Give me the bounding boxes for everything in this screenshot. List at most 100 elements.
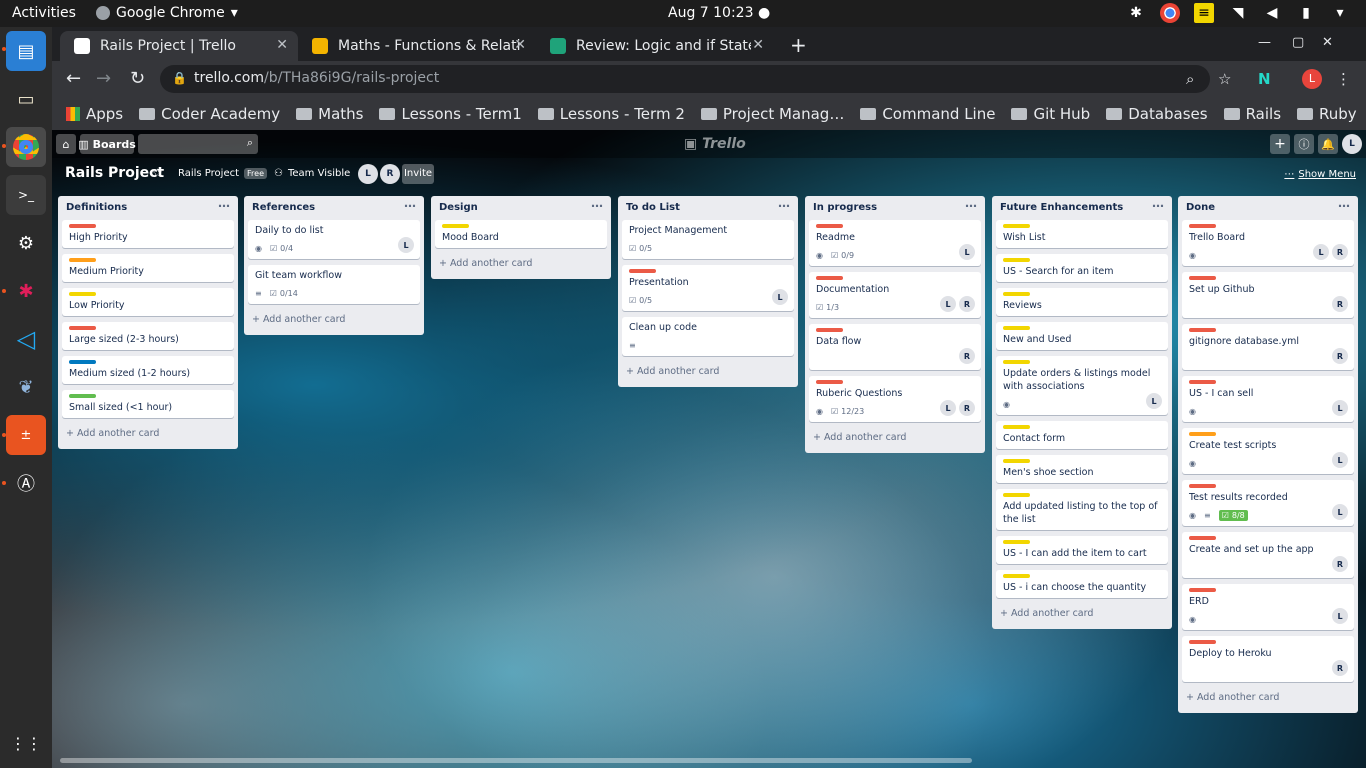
add-card-button[interactable]: + Add another card xyxy=(62,424,234,443)
member-avatar[interactable]: R xyxy=(1332,660,1348,676)
board-search-input[interactable]: ⌕ xyxy=(138,134,258,154)
list-title[interactable]: Definitions ⋯ xyxy=(62,196,234,220)
card-label[interactable] xyxy=(1003,360,1030,364)
card[interactable]: Medium Priority xyxy=(62,254,234,282)
card-label[interactable] xyxy=(69,360,96,364)
member-avatar[interactable]: R xyxy=(959,400,975,416)
app-menu[interactable]: Google Chrome ▾ xyxy=(96,5,238,21)
volume-icon[interactable]: ◀ xyxy=(1262,3,1282,23)
list-menu-icon[interactable]: ⋯ xyxy=(591,199,603,213)
card[interactable]: Test results recorded ◉ ≡ ☑ 8/8 L xyxy=(1182,480,1354,526)
bookmark-ruby[interactable]: Ruby xyxy=(1297,105,1357,123)
show-applications-icon[interactable]: ⋮⋮ xyxy=(6,723,46,763)
card[interactable]: Create and set up the app R xyxy=(1182,532,1354,578)
card-label[interactable] xyxy=(1003,292,1030,296)
card[interactable]: US - I can add the item to cart xyxy=(996,536,1168,564)
member-avatar[interactable]: L xyxy=(940,400,956,416)
trello-logo[interactable]: ▣ Trello xyxy=(684,136,746,152)
lock-icon[interactable]: 🔒 xyxy=(172,71,187,85)
card[interactable]: Add updated listing to the top of the li… xyxy=(996,489,1168,530)
member-avatar[interactable]: R xyxy=(959,348,975,364)
card-label[interactable] xyxy=(1003,425,1030,429)
bookmark-project-management[interactable]: Project Manag… xyxy=(700,105,844,123)
card[interactable]: Set up Github R xyxy=(1182,272,1354,318)
address-bar[interactable]: 🔒 trello.com/b/THa86i9G/rails-project xyxy=(160,65,1210,93)
tab-review[interactable]: Review: Logic and if State ✕ xyxy=(536,31,774,61)
card[interactable]: Men's shoe section xyxy=(996,455,1168,483)
tab-rails-project[interactable]: Rails Project | Trello ✕ xyxy=(60,31,298,61)
card[interactable]: US - i can choose the quantity xyxy=(996,570,1168,598)
member-avatar[interactable]: L xyxy=(1332,504,1348,520)
list-menu-icon[interactable]: ⋯ xyxy=(404,199,416,213)
card[interactable]: Clean up code ≡ xyxy=(622,317,794,356)
bookmark-databases[interactable]: Databases xyxy=(1106,105,1208,123)
card-label[interactable] xyxy=(1003,459,1030,463)
member-avatar[interactable]: L xyxy=(1332,452,1348,468)
horizontal-scrollbar[interactable] xyxy=(60,758,972,763)
list-definitions[interactable]: Definitions ⋯ High Priority Medium Priority… xyxy=(58,196,238,449)
chrome-tray-icon[interactable] xyxy=(1160,3,1180,23)
user-avatar[interactable]: L xyxy=(1342,134,1362,154)
card[interactable]: Deploy to Heroku R xyxy=(1182,636,1354,682)
power-menu-icon[interactable]: ▾ xyxy=(1330,3,1350,23)
workspace-button[interactable]: Rails Project Free xyxy=(178,168,267,179)
board-title[interactable]: Rails Project xyxy=(65,165,164,181)
card[interactable]: Trello Board ◉ L R xyxy=(1182,220,1354,266)
card-label[interactable] xyxy=(1189,536,1216,540)
card[interactable]: High Priority xyxy=(62,220,234,248)
card[interactable]: US - Search for an item xyxy=(996,254,1168,282)
close-icon[interactable]: ✕ xyxy=(276,37,288,53)
bookmark-star-icon[interactable]: ☆ xyxy=(1218,70,1231,88)
card[interactable]: Daily to do list ◉ ☑ 0/4 L xyxy=(248,220,420,259)
card-label[interactable] xyxy=(1189,276,1216,280)
card[interactable]: Low Priority xyxy=(62,288,234,316)
maximize-button[interactable]: ▢ xyxy=(1292,35,1304,50)
list-title[interactable]: To do List ⋯ xyxy=(622,196,794,220)
member-avatar[interactable]: R xyxy=(380,164,400,184)
card[interactable]: Contact form xyxy=(996,421,1168,449)
zoom-icon[interactable]: ⌕ xyxy=(1186,70,1194,88)
card[interactable]: Readme ◉ ☑ 0/9 L xyxy=(809,220,981,266)
card[interactable]: Git team workflow ≡ ☑ 0/14 xyxy=(248,265,420,304)
bookmark-lessons-term2[interactable]: Lessons - Term 2 xyxy=(537,105,685,123)
bookmark-git-hub[interactable]: Git Hub xyxy=(1011,105,1090,123)
slack-icon[interactable]: ✱ xyxy=(6,271,46,311)
menu-icon[interactable]: ⋮ xyxy=(1336,70,1351,88)
list-references[interactable]: References ⋯ Daily to do list ◉ ☑ 0/4 L Git tea… xyxy=(244,196,424,335)
notifications-icon[interactable]: 🔔 xyxy=(1318,134,1338,154)
card[interactable]: Reviews xyxy=(996,288,1168,316)
invite-button[interactable]: Invite xyxy=(402,164,434,184)
add-card-button[interactable]: + Add another card xyxy=(1182,688,1354,707)
member-avatar[interactable]: R xyxy=(1332,556,1348,572)
home-icon[interactable]: ⌂ xyxy=(56,134,76,154)
card-label[interactable] xyxy=(1189,588,1216,592)
member-avatar[interactable]: L xyxy=(398,237,414,253)
minimize-button[interactable]: — xyxy=(1258,35,1271,50)
list-title[interactable]: Done ⋯ xyxy=(1182,196,1354,220)
list-to-do-list[interactable]: To do List ⋯ Project Management ☑ 0/5 Present… xyxy=(618,196,798,387)
card-label[interactable] xyxy=(1003,258,1030,262)
card-label[interactable] xyxy=(1003,326,1030,330)
member-avatar[interactable]: R xyxy=(1332,348,1348,364)
card[interactable]: Data flow R xyxy=(809,324,981,370)
profile-avatar[interactable]: L xyxy=(1302,69,1322,89)
list-menu-icon[interactable]: ⋯ xyxy=(778,199,790,213)
list-title[interactable]: Future Enhancements ⋯ xyxy=(996,196,1168,220)
forward-icon[interactable]: → xyxy=(96,68,111,89)
card-label[interactable] xyxy=(816,276,843,280)
member-avatar[interactable]: L xyxy=(1332,400,1348,416)
card[interactable]: Documentation ☑ 1/3 L R xyxy=(809,272,981,318)
card[interactable]: Create test scripts ◉ L xyxy=(1182,428,1354,474)
show-menu-button[interactable]: ⋯ Show Menu xyxy=(1284,169,1356,180)
new-tab-button[interactable]: + xyxy=(790,33,807,57)
chrome-icon[interactable] xyxy=(6,127,46,167)
close-window-button[interactable]: ✕ xyxy=(1322,35,1333,50)
card-label[interactable] xyxy=(816,328,843,332)
card[interactable]: Project Management ☑ 0/5 xyxy=(622,220,794,259)
add-card-button[interactable]: + Add another card xyxy=(435,254,607,273)
card-label[interactable] xyxy=(1189,224,1216,228)
card-label[interactable] xyxy=(1003,540,1030,544)
close-icon[interactable]: ✕ xyxy=(752,37,764,53)
calculator-icon[interactable]: ± xyxy=(6,415,46,455)
card[interactable]: US - I can sell ◉ L xyxy=(1182,376,1354,422)
